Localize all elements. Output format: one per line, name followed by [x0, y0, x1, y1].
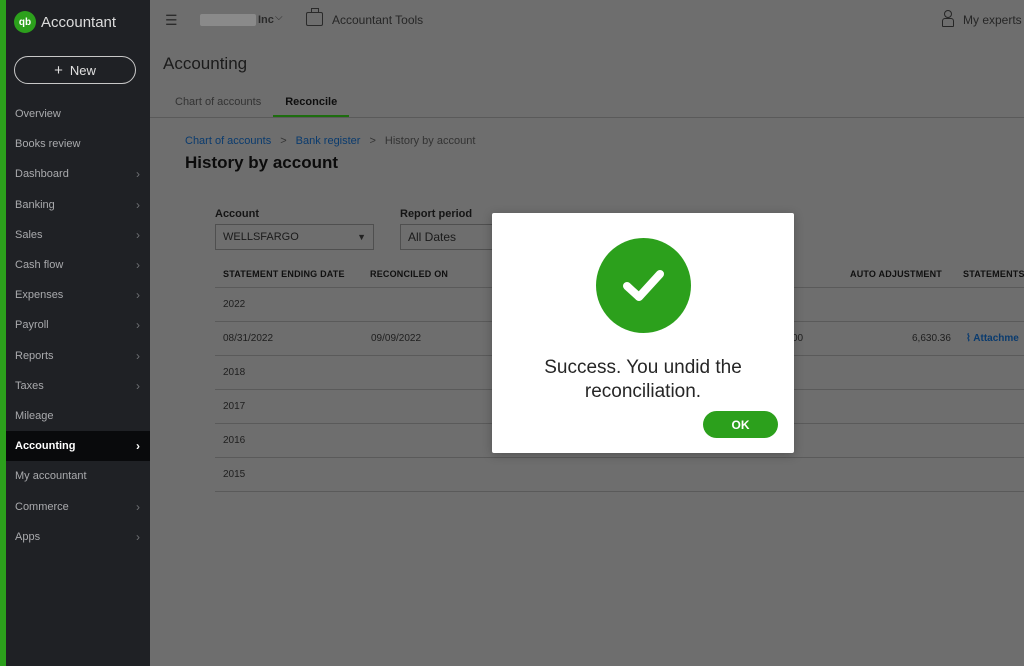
chevron-right-icon: ›	[136, 439, 140, 454]
chevron-right-icon: ›	[136, 227, 140, 242]
sidebar-item-label: Banking	[15, 198, 55, 211]
group-year: 2015	[223, 469, 246, 480]
sidebar-item-label: Mileage	[15, 409, 54, 422]
dialog-message: Success. You undid the reconciliation.	[544, 357, 742, 402]
breadcrumb-bank-register[interactable]: Bank register	[296, 135, 361, 147]
new-button-label: New	[69, 62, 96, 78]
quickbooks-logo-icon: qb	[14, 11, 36, 33]
topbar: ☰ Inc ⌵ Accountant Tools My experts	[150, 0, 1024, 40]
tab-chart-of-accounts[interactable]: Chart of accounts	[163, 92, 273, 118]
auto-adjustment: 6,630.36	[912, 333, 951, 344]
account-label: Account	[215, 208, 259, 220]
group-year: 2017	[223, 401, 246, 412]
sidebar-item-my-accountant[interactable]: My accountant	[6, 461, 150, 491]
report-period-label: Report period	[400, 208, 473, 220]
statement-attachment-label: Attachme	[973, 333, 1019, 344]
sidebar-item-sales[interactable]: Sales ›	[6, 220, 150, 250]
chevron-right-icon: ›	[136, 318, 140, 333]
sidebar-item-expenses[interactable]: Expenses ›	[6, 280, 150, 310]
sidebar-item-label: Cash flow	[15, 259, 64, 272]
sidebar-item-books-review[interactable]: Books review	[6, 129, 150, 159]
company-name-redacted	[200, 14, 256, 26]
tabs: Chart of accounts Reconcile	[163, 92, 350, 118]
tabs-divider	[150, 117, 1024, 118]
section-heading: History by account	[185, 153, 339, 172]
app: qb Accountant + New Overview Books review…	[0, 0, 1024, 666]
sidebar-item-overview[interactable]: Overview	[6, 99, 150, 129]
column-header-auto-adjustment[interactable]: AUTO ADJUSTMENT	[850, 269, 942, 279]
new-button[interactable]: + New	[14, 56, 136, 84]
chevron-right-icon: ›	[136, 197, 140, 212]
column-header-reconciled-on[interactable]: RECONCILED ON	[370, 269, 448, 279]
sidebar-item-payroll[interactable]: Payroll ›	[6, 310, 150, 340]
sidebar-item-label: Expenses	[15, 289, 64, 302]
breadcrumb: Chart of accounts > Bank register > Hist…	[185, 135, 475, 147]
sidebar-item-taxes[interactable]: Taxes ›	[6, 371, 150, 401]
page-title: Accounting	[163, 54, 248, 73]
chevron-right-icon: ›	[136, 288, 140, 303]
brand[interactable]: qb Accountant	[14, 10, 116, 34]
caret-down-icon: ▼	[357, 232, 366, 242]
sidebar-item-label: Sales	[15, 228, 43, 241]
plus-icon: +	[54, 61, 63, 79]
my-experts-button[interactable]: My experts	[963, 13, 1022, 27]
checkmark-icon	[596, 238, 691, 333]
sidebar-item-mileage[interactable]: Mileage	[6, 401, 150, 431]
chevron-down-icon[interactable]: ⌵	[275, 12, 283, 23]
success-dialog: Success. You undid the reconciliation. O…	[492, 213, 794, 453]
chevron-right-icon: ›	[136, 258, 140, 273]
accountant-tools-button[interactable]: Accountant Tools	[332, 13, 423, 27]
chevron-right-icon: ›	[136, 167, 140, 182]
sidebar-item-label: Books review	[15, 138, 81, 151]
breadcrumb-separator: >	[280, 135, 287, 147]
sidebar-item-label: My accountant	[15, 470, 87, 483]
breadcrumb-chart-of-accounts[interactable]: Chart of accounts	[185, 135, 271, 147]
group-year: 2016	[223, 435, 246, 446]
statement-attachment-link[interactable]: ⌇ Attachme	[966, 333, 1019, 344]
sidebar-item-reports[interactable]: Reports ›	[6, 341, 150, 371]
chevron-right-icon: ›	[136, 499, 140, 514]
tab-reconcile[interactable]: Reconcile	[273, 92, 350, 118]
account-select[interactable]: WELLSFARGO ▼	[215, 224, 374, 250]
report-period-select[interactable]: All Dates	[400, 224, 500, 250]
company-name[interactable]: Inc	[258, 14, 274, 26]
table-row-group: 2015	[215, 458, 1024, 492]
sidebar-item-label: Taxes	[15, 379, 44, 392]
sidebar-item-label: Payroll	[15, 319, 49, 332]
sidebar-item-dashboard[interactable]: Dashboard ›	[6, 159, 150, 189]
breadcrumb-separator: >	[369, 135, 376, 147]
sidebar-nav: Overview Books review Dashboard › Banking › Sa…	[6, 99, 150, 552]
column-header-statement-ending-date[interactable]: STATEMENT ENDING DATE	[223, 269, 345, 279]
reconciled-on: 09/09/2022	[371, 333, 422, 344]
person-icon[interactable]	[941, 10, 955, 28]
sidebar-item-label: Commerce	[15, 500, 69, 513]
sidebar-item-label: Accounting	[15, 440, 76, 453]
sidebar-item-cash-flow[interactable]: Cash flow ›	[6, 250, 150, 280]
report-period-value: All Dates	[408, 230, 457, 244]
sidebar-item-banking[interactable]: Banking ›	[6, 190, 150, 220]
chevron-right-icon: ›	[136, 378, 140, 393]
briefcase-icon[interactable]	[306, 8, 323, 26]
group-year: 2022	[223, 299, 246, 310]
statement-ending-date: 08/31/2022	[223, 333, 274, 344]
breadcrumb-current: History by account	[384, 135, 476, 147]
sidebar-item-label: Dashboard	[15, 168, 69, 181]
sidebar-item-apps[interactable]: Apps ›	[6, 522, 150, 552]
column-header-statements[interactable]: STATEMENTS	[963, 269, 1024, 279]
chevron-right-icon: ›	[136, 529, 140, 544]
sidebar: qb Accountant + New Overview Books review…	[0, 0, 150, 666]
sidebar-item-commerce[interactable]: Commerce ›	[6, 491, 150, 521]
account-select-value: WELLSFARGO	[223, 231, 299, 243]
sidebar-item-accounting[interactable]: Accounting ›	[6, 431, 150, 462]
group-year: 2018	[223, 367, 246, 378]
menu-toggle-icon[interactable]: ☰	[165, 12, 178, 29]
sidebar-item-label: Overview	[15, 108, 61, 121]
brand-label: Accountant	[41, 13, 117, 31]
ok-button[interactable]: OK	[703, 411, 778, 438]
sidebar-item-label: Reports	[15, 349, 54, 362]
sidebar-item-label: Apps	[15, 530, 41, 543]
chevron-right-icon: ›	[136, 348, 140, 363]
